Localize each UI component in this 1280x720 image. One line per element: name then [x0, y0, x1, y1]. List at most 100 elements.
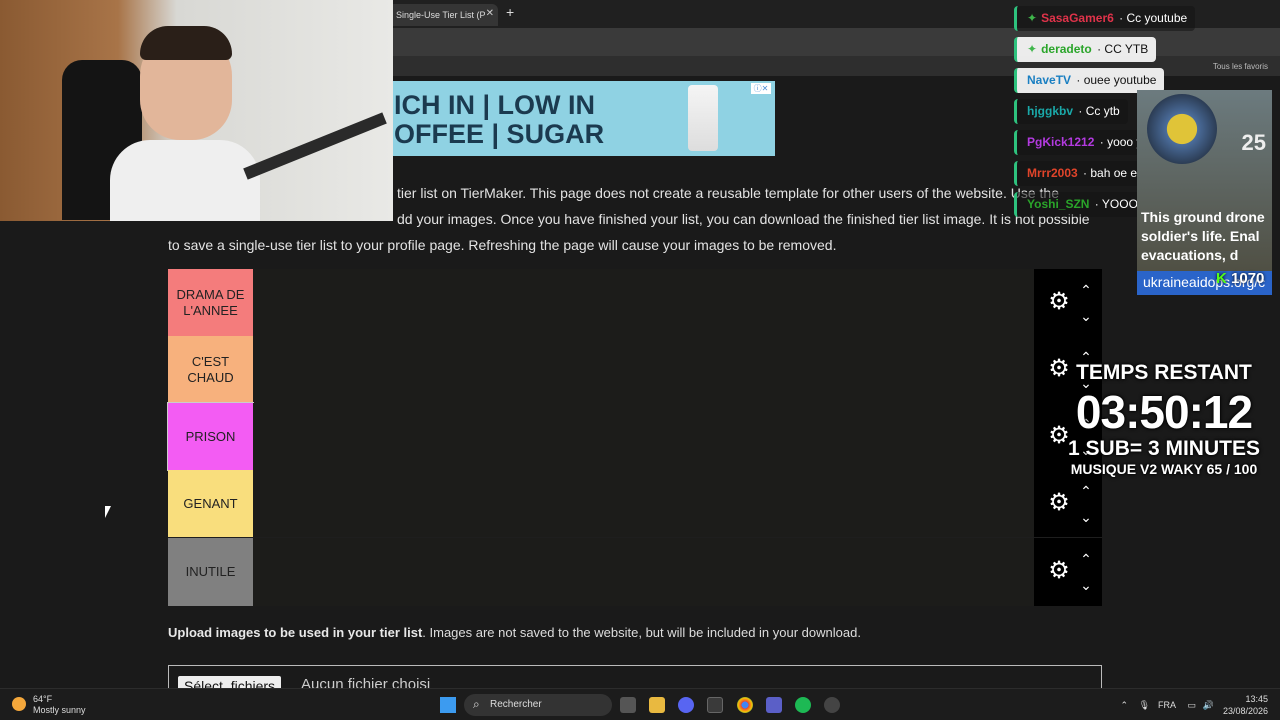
- chat-text-value: Cc ytb: [1085, 104, 1120, 118]
- tier-list: DRAMA DE L'ANNEE ⚙ ⌃ ⌄ C'EST CHAUD ⚙ ⌃ ⌄…: [167, 269, 1102, 606]
- clock-date: 23/08/2026: [1222, 706, 1268, 716]
- tier-label[interactable]: PRISON: [167, 402, 254, 471]
- star-badge-icon: ✦: [1027, 42, 1038, 56]
- tier-label[interactable]: GENANT: [168, 470, 253, 537]
- chat-username: SasaGamer6: [1041, 11, 1114, 25]
- tier-label[interactable]: INUTILE: [168, 538, 253, 606]
- ad-banner[interactable]: ICH IN | LOW IN OFFEE | SUGAR ⓘ✕: [392, 81, 775, 156]
- viewer-count-value: 1070: [1231, 270, 1265, 287]
- chat-text: · YOOO: [1091, 197, 1138, 211]
- windows-start-icon[interactable]: [440, 697, 456, 713]
- system-clock[interactable]: 13:45 23/08/2026: [1223, 693, 1268, 717]
- network-icon[interactable]: ▭: [1187, 700, 1196, 711]
- timer-title: TEMPS RESTANT: [1076, 361, 1252, 384]
- discord-icon[interactable]: [678, 697, 694, 713]
- windows-taskbar: 64°F Mostly sunny ⌕ Rechercher ⌃ 🎙 FRA ▭…: [0, 688, 1280, 720]
- chat-text-value: ouee youtube: [1083, 73, 1157, 87]
- chrome-icon[interactable]: [737, 697, 753, 713]
- microphone-icon[interactable]: 🎙: [1139, 700, 1150, 711]
- new-tab-icon[interactable]: +: [506, 4, 514, 20]
- move-down-chevron-icon[interactable]: ⌄: [1078, 510, 1094, 524]
- ad-headline: ICH IN | LOW IN OFFEE | SUGAR: [394, 90, 605, 149]
- taskbar-search[interactable]: ⌕ Rechercher: [464, 694, 612, 716]
- file-explorer-icon[interactable]: [649, 697, 665, 713]
- chat-username: Mrrr2003: [1027, 166, 1078, 180]
- chat-text-value: YOOO: [1101, 197, 1138, 211]
- file-upload-field[interactable]: Sélect. fichiers Aucun fichier choisi: [168, 665, 1102, 690]
- news-number: 25: [1241, 130, 1266, 155]
- timer-rule: 1 SUB= 3 MINUTES: [1068, 437, 1260, 460]
- tier-label[interactable]: C'EST CHAUD: [168, 336, 253, 403]
- ad-choices-icon[interactable]: ⓘ✕: [751, 83, 771, 94]
- chat-bubble: Yoshi_SZN · YOOO: [1014, 192, 1146, 217]
- move-down-chevron-icon[interactable]: ⌄: [1078, 578, 1094, 592]
- tier-controls: ⚙ ⌃ ⌄: [1034, 470, 1102, 537]
- tier-drop-zone[interactable]: [253, 336, 1034, 403]
- tier-drop-zone[interactable]: [253, 269, 1034, 336]
- upload-heading: Upload images to be used in your tier li…: [168, 625, 423, 640]
- chat-bubble: ✦ deradeto · CC YTB: [1014, 37, 1157, 62]
- task-view-icon[interactable]: [620, 697, 636, 713]
- tier-drop-zone[interactable]: [253, 470, 1034, 537]
- star-badge-icon: ✦: [1027, 11, 1038, 25]
- tab-title: Single-Use Tier List (P: [396, 10, 486, 20]
- chat-username: deradeto: [1041, 42, 1092, 56]
- streamer: [110, 26, 260, 221]
- chat-message: ✦ SasaGamer6 · Cc youtube: [1012, 3, 1270, 34]
- mouse-cursor-icon: [105, 506, 111, 518]
- tier-drop-zone[interactable]: [253, 538, 1034, 606]
- search-placeholder: Rechercher: [490, 699, 542, 710]
- tier-settings-gear-icon[interactable]: ⚙: [1046, 558, 1072, 584]
- tier-row: GENANT ⚙ ⌃ ⌄: [168, 470, 1102, 537]
- weather-temp: 64°F: [33, 694, 53, 704]
- chat-text: · Cc ytb: [1075, 104, 1120, 118]
- browser-tab[interactable]: Single-Use Tier List (P ✕: [388, 4, 498, 26]
- streamer-hair: [140, 26, 232, 60]
- chat-text: · Cc youtube: [1115, 11, 1188, 25]
- timer-music: MUSIQUE V2 WAKY 65 / 100: [1070, 461, 1258, 477]
- chat-text-value: Cc youtube: [1126, 11, 1188, 25]
- sun-icon: [12, 697, 26, 711]
- clock-time: 13:45: [1245, 694, 1268, 704]
- kick-viewer-count: K 1070: [1216, 270, 1264, 287]
- subathon-timer: TEMPS RESTANT 03:50:12 1 SUB= 3 MINUTES …: [1052, 360, 1276, 478]
- chat-username: NaveTV: [1027, 73, 1072, 87]
- spotify-icon[interactable]: [795, 697, 811, 713]
- timer-countdown: 03:50:12: [1075, 386, 1253, 438]
- tier-row: C'EST CHAUD ⚙ ⌃ ⌄: [168, 336, 1102, 403]
- chat-username: Yoshi_SZN: [1027, 197, 1090, 211]
- news-headline: This ground drone soldier's life. Enal e…: [1141, 209, 1265, 263]
- chat-text-value: CC YTB: [1104, 42, 1149, 56]
- chat-message: ✦ deradeto · CC YTB: [1012, 34, 1270, 65]
- language-indicator[interactable]: FRA: [1158, 700, 1176, 710]
- move-up-chevron-icon[interactable]: ⌃: [1078, 283, 1094, 297]
- grid-app-icon[interactable]: [766, 697, 782, 713]
- tier-row: INUTILE ⚙ ⌃ ⌄: [168, 538, 1102, 606]
- tier-settings-gear-icon[interactable]: ⚙: [1046, 490, 1072, 516]
- kick-logo-icon: K: [1216, 270, 1227, 287]
- weather-text: 64°F Mostly sunny: [33, 694, 86, 716]
- tier-label[interactable]: DRAMA DE L'ANNEE: [168, 269, 253, 336]
- obs-icon[interactable]: [824, 697, 840, 713]
- move-down-chevron-icon[interactable]: ⌄: [1078, 309, 1094, 323]
- emblem-logo: [1147, 94, 1217, 164]
- tier-settings-gear-icon[interactable]: ⚙: [1046, 289, 1072, 315]
- weather-desc: Mostly sunny: [33, 705, 86, 715]
- move-up-chevron-icon[interactable]: ⌃: [1078, 484, 1094, 498]
- upload-instructions: Upload images to be used in your tier li…: [168, 625, 861, 640]
- close-tab-icon[interactable]: ✕: [486, 8, 494, 19]
- tier-drop-zone[interactable]: [253, 403, 1034, 470]
- app-icon[interactable]: [707, 697, 723, 713]
- chat-bubble: ✦ SasaGamer6 · Cc youtube: [1014, 6, 1196, 31]
- move-up-chevron-icon[interactable]: ⌃: [1078, 552, 1094, 566]
- search-icon: ⌕: [473, 697, 480, 711]
- chat-bubble: hjggkbv · Cc ytb: [1014, 99, 1128, 124]
- chevron-up-icon[interactable]: ⌃: [1120, 700, 1128, 711]
- volume-icon[interactable]: 🔊: [1203, 700, 1214, 711]
- chat-text: · CC YTB: [1093, 42, 1149, 56]
- news-overlay: 25 This ground drone soldier's life. Ena…: [1137, 90, 1272, 295]
- chat-text: · ouee youtube: [1073, 73, 1157, 87]
- tier-controls: ⚙ ⌃ ⌄: [1034, 269, 1102, 336]
- microphone-arm: [243, 112, 387, 180]
- ad-product-image: [688, 85, 718, 151]
